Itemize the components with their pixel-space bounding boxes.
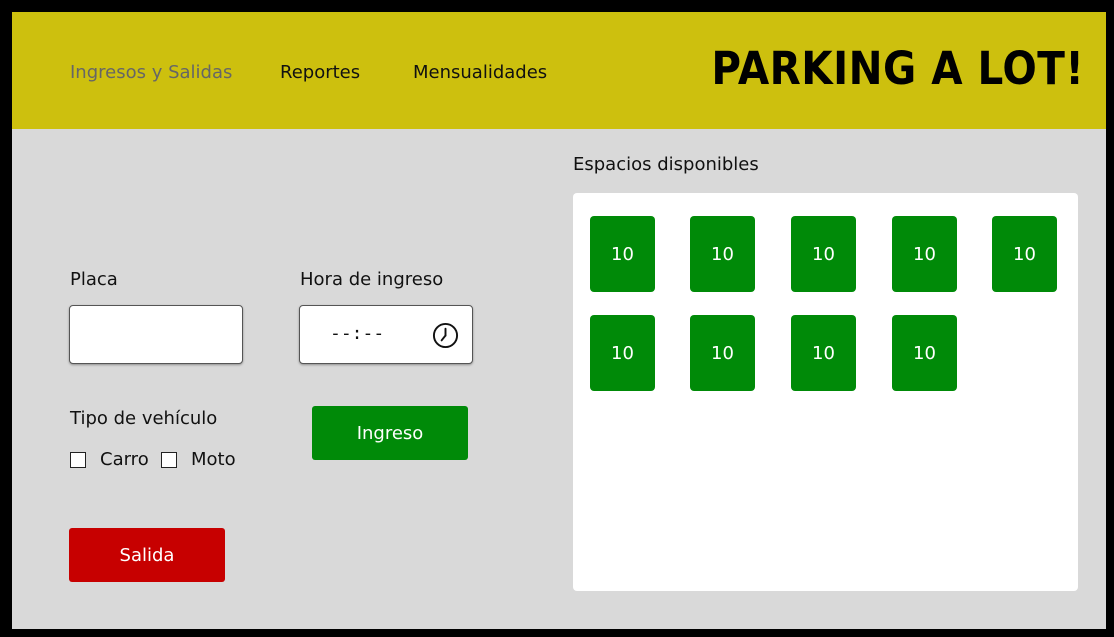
parking-spot[interactable]: 10	[690, 315, 755, 391]
parking-spot[interactable]: 10	[791, 216, 856, 292]
parking-spot[interactable]: 10	[590, 315, 655, 391]
brand-title: PARKING A LOT!	[711, 42, 1084, 95]
carro-label: Carro	[100, 449, 149, 470]
hora-ingreso-label: Hora de ingreso	[300, 269, 444, 290]
parking-spot[interactable]: 10	[590, 216, 655, 292]
ingreso-button[interactable]: Ingreso	[312, 406, 468, 460]
parking-spot[interactable]: 10	[992, 216, 1057, 292]
carro-checkbox[interactable]	[70, 452, 86, 468]
tipo-vehiculo-label: Tipo de vehículo	[70, 408, 218, 429]
placa-input[interactable]	[69, 305, 243, 364]
placa-label: Placa	[70, 269, 118, 290]
parking-spot[interactable]: 10	[690, 216, 755, 292]
hora-ingreso-value: --:--	[330, 323, 385, 344]
parking-spot[interactable]: 10	[791, 315, 856, 391]
nav-item-reportes[interactable]: Reportes	[280, 62, 360, 83]
parking-spot[interactable]: 10	[892, 216, 957, 292]
parking-spot[interactable]: 10	[892, 315, 957, 391]
header-bar: Ingresos y Salidas Reportes Mensualidade…	[12, 12, 1106, 129]
espacios-title: Espacios disponibles	[573, 154, 759, 175]
clock-icon[interactable]	[432, 322, 459, 349]
nav-item-mensualidades[interactable]: Mensualidades	[413, 62, 547, 83]
nav-item-ingresos-salidas[interactable]: Ingresos y Salidas	[70, 62, 232, 83]
moto-label: Moto	[191, 449, 236, 470]
hora-ingreso-input[interactable]: --:--	[299, 305, 473, 364]
spaces-panel: 10 10 10 10 10 10 10 10 10	[573, 193, 1078, 591]
app-frame: Ingresos y Salidas Reportes Mensualidade…	[12, 12, 1106, 629]
salida-button[interactable]: Salida	[69, 528, 225, 582]
moto-checkbox[interactable]	[161, 452, 177, 468]
